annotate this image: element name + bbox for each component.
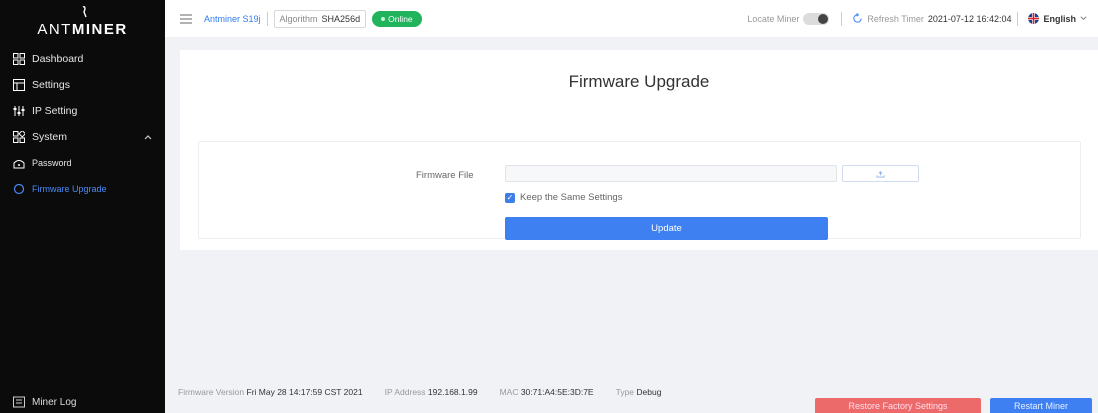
top-header: Antminer S19j Algorithm SHA256d Online L… <box>165 0 1098 38</box>
menu-toggle-icon[interactable] <box>180 13 192 25</box>
uk-flag-icon <box>1028 13 1040 24</box>
sidebar-item-firmware-upgrade[interactable]: Firmware Upgrade <box>0 176 165 202</box>
upgrade-form: Firmware File ✓ Keep the Same Settings U… <box>198 141 1081 240</box>
keep-settings-label: Keep the Same Settings <box>520 192 623 203</box>
keep-settings-row[interactable]: ✓ Keep the Same Settings <box>505 192 622 203</box>
sidebar-item-label: System <box>32 131 68 143</box>
mac-address: MAC 30:71:A4:5E:3D:7E <box>500 387 594 397</box>
keep-settings-checkbox[interactable]: ✓ <box>505 192 515 203</box>
status-dot-icon <box>381 16 386 21</box>
divider <box>266 11 268 26</box>
footer-info: Firmware Version Fri May 28 14:17:59 CST… <box>178 387 661 397</box>
type-info: Type Debug <box>616 387 662 397</box>
refresh-timer-value: 2021-07-12 16:42:04 <box>927 13 1012 24</box>
sidebar-item-password[interactable]: Password <box>0 150 165 176</box>
chevron-up-icon[interactable] <box>143 132 153 142</box>
locate-miner-toggle[interactable] <box>803 12 830 25</box>
status-text: Online <box>388 13 413 24</box>
algorithm-label: Algorithm <box>279 13 318 24</box>
ip-address: IP Address 192.168.1.99 <box>385 387 478 397</box>
restore-factory-settings-button[interactable]: Restore Factory Settings <box>815 398 981 413</box>
system-icon <box>13 131 25 143</box>
upload-button[interactable] <box>842 165 919 182</box>
sidebar-item-label: Settings <box>32 79 70 91</box>
algorithm-value: SHA256d <box>321 13 361 24</box>
firmware-version: Firmware Version Fri May 28 14:17:59 CST… <box>178 387 363 397</box>
ip-address-value: 192.168.1.99 <box>427 387 478 397</box>
language-selector[interactable]: English <box>1043 14 1076 24</box>
ip-setting-icon <box>13 105 25 117</box>
sidebar-item-label: Firmware Upgrade <box>32 184 107 194</box>
antminer-logo: ANTMINER <box>0 0 165 46</box>
firmware-file-input[interactable] <box>505 165 837 182</box>
sidebar-item-label: Miner Log <box>32 396 77 408</box>
locate-miner-label: Locate Miner <box>747 13 800 24</box>
sidebar-item-miner-log[interactable]: Miner Log <box>0 391 165 413</box>
log-icon <box>13 396 25 408</box>
sidebar-item-label: Dashboard <box>32 53 84 65</box>
update-button[interactable]: Update <box>505 217 828 240</box>
sidebar-item-dashboard[interactable]: Dashboard <box>0 46 165 72</box>
sidebar: ANTMINER Dashboard Settings IP Setting S… <box>0 0 165 413</box>
firmware-icon <box>13 183 25 195</box>
logo-text-bold: MINER <box>71 21 128 38</box>
mac-label: MAC <box>499 387 519 397</box>
sidebar-item-ip-setting[interactable]: IP Setting <box>0 98 165 124</box>
sidebar-item-system[interactable]: System <box>0 124 165 150</box>
sidebar-item-label: IP Setting <box>32 105 78 117</box>
sidebar-item-label: Password <box>32 158 72 168</box>
ip-address-label: IP Address <box>384 387 426 397</box>
status-badge: Online <box>372 10 422 27</box>
firmware-file-label: Firmware File <box>416 170 474 181</box>
divider <box>841 11 843 26</box>
logo-text-light: ANT <box>37 21 72 38</box>
password-icon <box>13 157 25 169</box>
restart-miner-button[interactable]: Restart Miner <box>990 398 1092 413</box>
algorithm-badge: Algorithm SHA256d <box>273 9 367 28</box>
refresh-timer-label: Refresh Timer <box>867 13 924 24</box>
chevron-down-icon[interactable] <box>1079 14 1088 23</box>
sidebar-item-settings[interactable]: Settings <box>0 72 165 98</box>
firmware-version-value: Fri May 28 14:17:59 CST 2021 <box>246 387 363 397</box>
refresh-icon[interactable] <box>852 13 863 24</box>
upload-icon <box>876 170 885 178</box>
settings-icon <box>13 79 25 91</box>
page-title: Firmware Upgrade <box>568 72 710 91</box>
header-controls: Locate Miner Refresh Timer 2021-07-12 16… <box>747 11 1098 26</box>
firmware-upgrade-card: Firmware Upgrade Firmware File ✓ Keep th… <box>180 50 1098 250</box>
ant-logo-icon <box>82 6 87 18</box>
miner-model: Antminer S19j <box>204 13 261 24</box>
firmware-version-label: Firmware Version <box>178 387 245 397</box>
type-value: Debug <box>636 387 662 397</box>
mac-value: 30:71:A4:5E:3D:7E <box>520 387 594 397</box>
divider <box>1017 11 1019 26</box>
dashboard-icon <box>13 53 25 65</box>
type-label: Type <box>615 387 635 397</box>
